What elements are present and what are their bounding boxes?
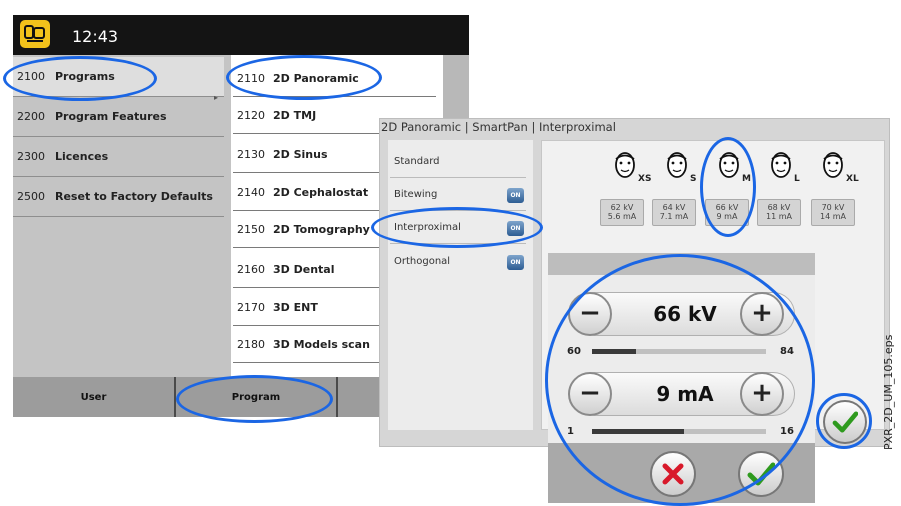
patient-size-m-button[interactable]: M [714,150,754,190]
preset-ma: 9 mA [716,212,738,222]
menu-item-licences[interactable]: 2300 Licences [13,137,224,177]
on-badge[interactable]: ON [507,255,524,270]
head-icon [719,152,739,178]
option-interproximal[interactable]: Interproximal [394,222,461,233]
kv-decrease-button[interactable]: − [568,292,612,336]
tab-program[interactable]: Program [176,377,338,417]
menu-label: Licences [55,150,109,163]
program-item-2d-panoramic[interactable]: 2110 2D Panoramic [233,60,436,97]
program-label: 2D Tomography [273,222,370,236]
on-badge[interactable]: ON [507,188,524,203]
program-label: 3D ENT [273,300,318,314]
program-label: 2D Cephalostat [273,185,369,199]
program-label: 2D TMJ [273,108,317,122]
on-badge[interactable]: ON [507,221,524,236]
divider [390,243,526,244]
ma-slider[interactable] [592,429,766,434]
ma-increase-button[interactable]: + [740,372,784,416]
program-code: 2180 [237,337,265,351]
ma-slider-fill [592,429,685,434]
head-icon [823,152,843,178]
menu-item-reset-factory-defaults[interactable]: 2500 Reset to Factory Defaults [13,177,224,217]
size-label: L [794,174,800,184]
patient-size-xl-button[interactable]: XL [818,150,859,190]
cancel-button[interactable] [650,451,696,497]
kv-value: 66 kV [653,302,717,326]
preset-ma: 11 mA [766,212,792,222]
ma-max: 16 [780,426,794,437]
checkmark-icon [747,462,775,486]
preset-m-button[interactable]: 66 kV 9 mA [705,199,749,226]
device-icon [20,20,50,48]
preset-kv: 70 kV [821,203,845,212]
option-bitewing[interactable]: Bitewing [394,189,437,200]
option-standard[interactable]: Standard [394,156,440,167]
panel-title: 2D Panoramic | SmartPan | Interproximal [381,120,616,134]
size-label: XS [638,174,652,184]
preset-xs-button[interactable]: 62 kV 5.6 mA [600,199,644,226]
confirm-button[interactable] [738,451,784,497]
menu-label: Programs [55,70,115,83]
preset-kv: 64 kV [662,203,686,212]
divider [390,210,526,211]
size-label: M [742,174,751,184]
size-label: XL [846,174,859,184]
checkmark-icon [832,411,858,433]
divider [390,177,526,178]
patient-size-xs-button[interactable]: XS [610,150,652,190]
program-label: 2D Panoramic [273,71,359,85]
kv-slider-fill [592,349,636,354]
kv-max: 84 [780,346,794,357]
menu-code: 2200 [17,110,45,123]
tab-label: User [80,391,107,403]
program-label: 3D Dental [273,262,335,276]
panel-confirm-button[interactable] [823,400,867,444]
preset-ma: 7.1 mA [659,212,689,222]
menu-item-programs[interactable]: 2100 Programs [13,57,224,97]
control-header [548,253,815,275]
program-code: 2160 [237,262,265,276]
kv-min: 60 [567,346,581,357]
preset-ma: 14 mA [820,212,846,222]
menu-code: 2500 [17,190,45,203]
menu-item-program-features[interactable]: 2200 Program Features [13,97,224,137]
program-code: 2170 [237,300,265,314]
program-code: 2120 [237,108,265,122]
tab-user[interactable]: User [13,377,176,417]
program-code: 2140 [237,185,265,199]
program-code: 2110 [237,71,265,85]
preset-kv: 66 kV [715,203,739,212]
menu-code: 2300 [17,150,45,163]
clock: 12:43 [72,27,119,46]
preset-kv: 62 kV [610,203,634,212]
preset-s-button[interactable]: 64 kV 7.1 mA [652,199,696,226]
kv-slider[interactable] [592,349,766,354]
program-code: 2130 [237,147,265,161]
patient-size-s-button[interactable]: S [662,150,702,190]
program-label: 2D Sinus [273,147,328,161]
ma-decrease-button[interactable]: − [568,372,612,416]
program-label: 3D Models scan [273,337,370,351]
ma-min: 1 [567,426,574,437]
menu-label: Reset to Factory Defaults [55,190,213,203]
size-label: S [690,174,697,184]
preset-kv: 68 kV [767,203,791,212]
option-orthogonal[interactable]: Orthogonal [394,256,450,267]
menu-code: 2100 [17,70,45,83]
head-icon [771,152,791,178]
program-code: 2150 [237,222,265,236]
figure-label: PXR_2D_UM_105.eps [882,334,895,450]
preset-ma: 5.6 mA [607,212,637,222]
preset-xl-button[interactable]: 70 kV 14 mA [811,199,855,226]
ma-value: 9 mA [656,382,714,406]
kv-increase-button[interactable]: + [740,292,784,336]
mode-list [388,140,533,430]
head-icon [615,152,635,178]
menu-label: Program Features [55,110,167,123]
head-icon [667,152,687,178]
patient-size-l-button[interactable]: L [766,150,806,190]
cancel-icon [662,463,684,485]
tab-label: Program [231,391,281,403]
preset-l-button[interactable]: 68 kV 11 mA [757,199,801,226]
